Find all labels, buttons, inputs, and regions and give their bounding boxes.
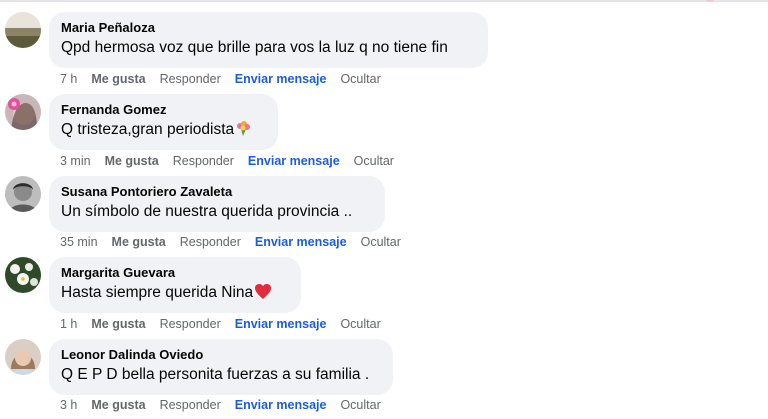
avatar[interactable] [5, 257, 41, 293]
hide-button[interactable]: Ocultar [354, 154, 394, 168]
like-button[interactable]: Me gusta [91, 398, 145, 412]
comment-bubble: Maria Peñaloza Qpd hermosa voz que brill… [49, 12, 488, 68]
comment-author[interactable]: Margarita Guevara [61, 264, 289, 282]
comment-text: Q E P D bella personita fuerzas a su fam… [61, 366, 370, 383]
comment-author[interactable]: Fernanda Gomez [61, 101, 266, 119]
send-message-button[interactable]: Enviar mensaje [235, 398, 327, 412]
comment-actions: 7 h Me gusta Responder Enviar mensaje Oculta… [60, 71, 381, 87]
like-button[interactable]: Me gusta [91, 317, 145, 331]
comment-bubble: Fernanda Gomez Q tristeza,gran periodist… [49, 94, 278, 150]
landscape-avatar-icon [5, 12, 41, 48]
like-button[interactable]: Me gusta [91, 72, 145, 86]
comment-author[interactable]: Susana Pontoriero Zavaleta [61, 183, 373, 201]
top-divider [0, 0, 768, 2]
like-button[interactable]: Me gusta [105, 154, 159, 168]
reply-button[interactable]: Responder [160, 398, 221, 412]
comment-time[interactable]: 3 h [60, 398, 77, 412]
hide-button[interactable]: Ocultar [340, 317, 380, 331]
hide-button[interactable]: Ocultar [361, 235, 401, 249]
reply-button[interactable]: Responder [160, 72, 221, 86]
woman-avatar-icon [5, 94, 41, 130]
portrait-avatar-icon [5, 176, 41, 212]
avatar[interactable] [5, 176, 41, 212]
comment-bubble: Margarita Guevara Hasta siempre querida … [49, 257, 301, 313]
avatar[interactable] [5, 339, 41, 375]
send-message-button[interactable]: Enviar mensaje [235, 72, 327, 86]
reply-button[interactable]: Responder [173, 154, 234, 168]
send-message-button[interactable]: Enviar mensaje [235, 317, 327, 331]
comment-text-row: Hasta siempre querida Nina [61, 282, 289, 306]
comments-section: Maria Peñaloza Qpd hermosa voz que brill… [0, 0, 768, 419]
avatar[interactable] [5, 12, 41, 48]
send-message-button[interactable]: Enviar mensaje [248, 154, 340, 168]
comment-text-row: Q tristeza,gran periodista [61, 119, 266, 143]
comment-time[interactable]: 7 h [60, 72, 77, 86]
like-button[interactable]: Me gusta [112, 235, 166, 249]
reply-button[interactable]: Responder [160, 317, 221, 331]
comment-bubble: Susana Pontoriero Zavaleta Un símbolo de… [49, 176, 385, 232]
flowers-avatar-icon [5, 257, 41, 293]
comment-text: Un símbolo de nuestra querida provincia … [61, 203, 353, 220]
comment-text: Hasta siempre querida Nina [61, 284, 254, 301]
comment-actions: 1 h Me gusta Responder Enviar mensaje Oculta… [60, 316, 381, 332]
woman-portrait-avatar-icon [5, 339, 41, 375]
comment-actions: 3 min Me gusta Responder Enviar mensaje Ocul… [60, 153, 394, 169]
comment-time[interactable]: 1 h [60, 317, 77, 331]
comment-bubble: Leonor Dalinda Oviedo Q E P D bella pers… [49, 339, 393, 395]
comment-actions: 3 h Me gusta Responder Enviar mensaje Oculta… [60, 397, 381, 413]
hide-button[interactable]: Ocultar [340, 72, 380, 86]
comment-time[interactable]: 35 min [60, 235, 98, 249]
reply-button[interactable]: Responder [180, 235, 241, 249]
comment-text: Qpd hermosa voz que brille para vos la l… [61, 39, 448, 56]
avatar[interactable] [5, 94, 41, 130]
comment-actions: 35 min Me gusta Responder Enviar mensaje Ocu… [60, 234, 401, 250]
comment-text: Q tristeza,gran periodista [61, 121, 235, 138]
comment-author[interactable]: Leonor Dalinda Oviedo [61, 346, 381, 364]
hide-button[interactable]: Ocultar [340, 398, 380, 412]
send-message-button[interactable]: Enviar mensaje [255, 235, 347, 249]
comment-time[interactable]: 3 min [60, 154, 91, 168]
red-heart-icon [254, 283, 272, 306]
comment-author[interactable]: Maria Peñaloza [61, 19, 476, 37]
bouquet-icon [235, 120, 252, 143]
